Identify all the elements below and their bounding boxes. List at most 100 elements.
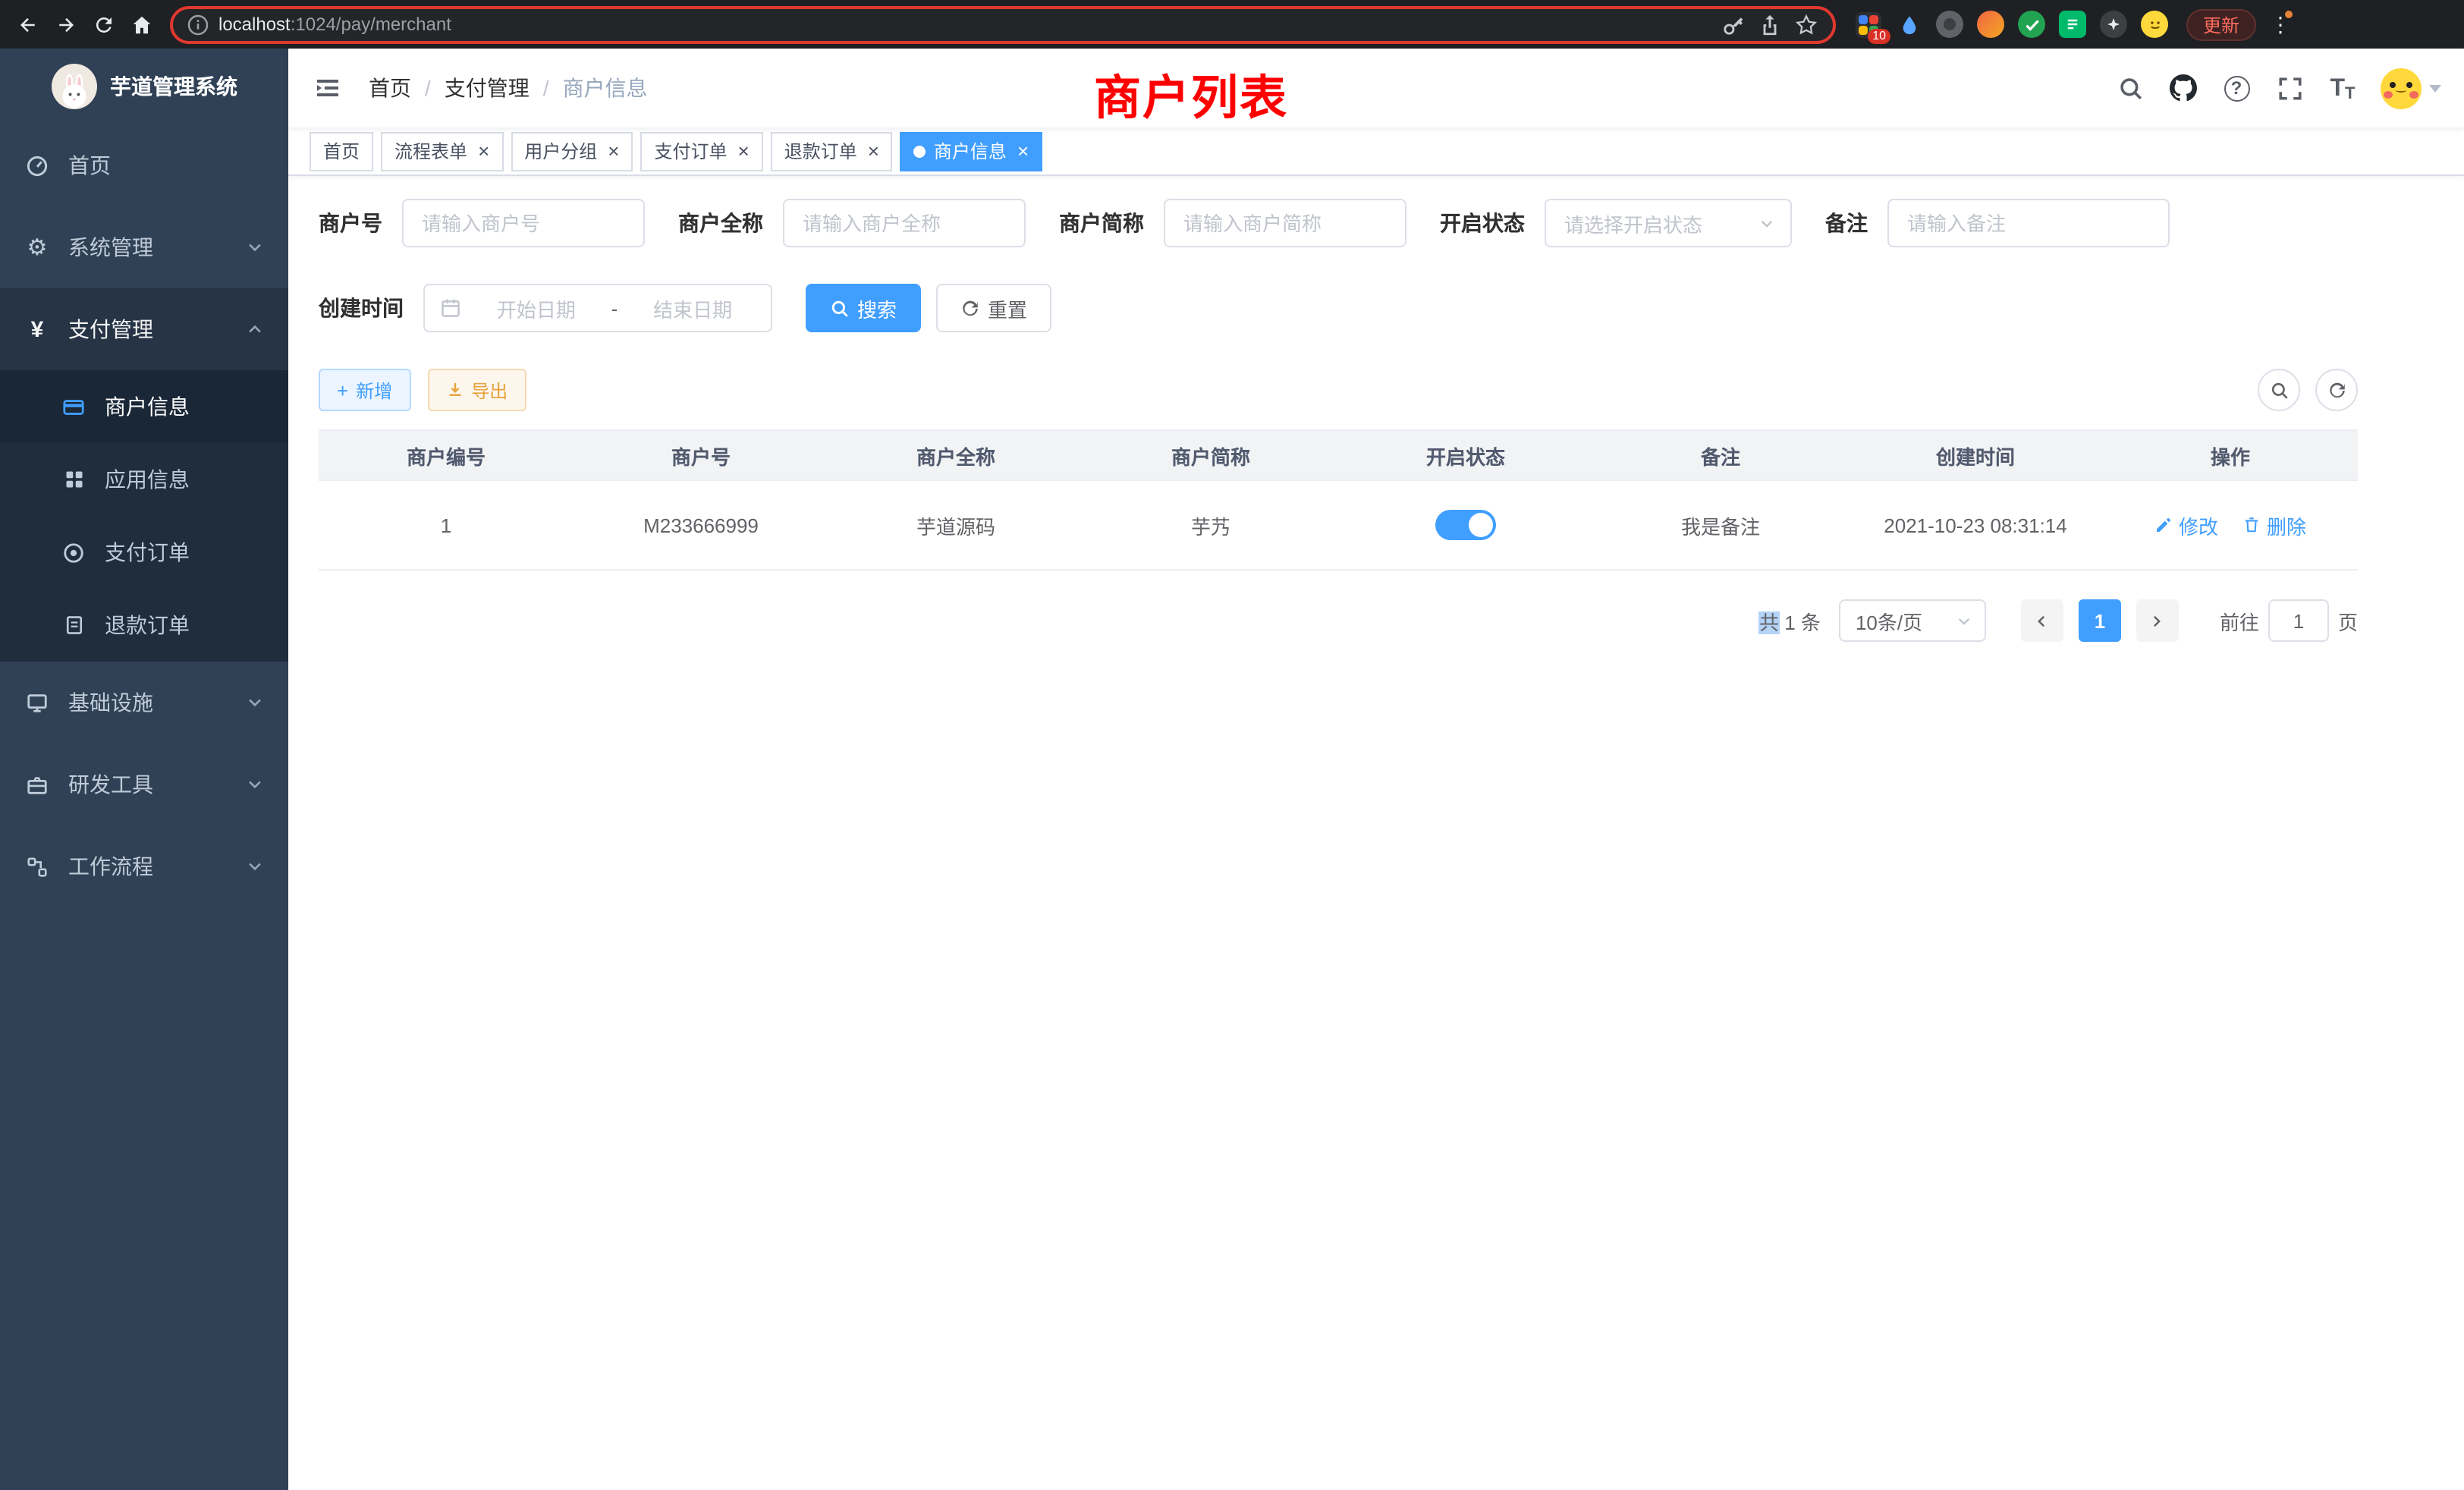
share-button[interactable] xyxy=(1755,11,1783,38)
extension-circle-button[interactable] xyxy=(1936,11,1963,38)
tab-user-group[interactable]: 用户分组 × xyxy=(511,131,633,171)
sidebar-item-pay-order[interactable]: 支付订单 xyxy=(0,516,288,589)
chrome-update-button[interactable]: 更新 xyxy=(2186,8,2256,40)
browser-forward-button[interactable] xyxy=(47,5,85,43)
page-content: 商户号 商户全称 商户简称 开启状态 请选择开启状态 xyxy=(288,176,2464,1490)
browser-menu-button[interactable]: ⋮ xyxy=(2268,11,2293,37)
tab-refund-order[interactable]: 退款订单 × xyxy=(771,131,893,171)
saved-passwords-button[interactable] xyxy=(1719,11,1746,38)
sidebar-logo[interactable]: 芋道管理系统 xyxy=(0,49,288,124)
extension-pinwheel-button[interactable] xyxy=(2100,11,2127,38)
browser-back-button[interactable] xyxy=(9,5,47,43)
edit-link[interactable]: 修改 xyxy=(2154,511,2218,539)
breadcrumb-item-payment[interactable]: 支付管理 xyxy=(445,73,530,103)
field-label: 创建时间 xyxy=(319,293,404,323)
delete-link[interactable]: 删除 xyxy=(2242,511,2306,539)
browser-refresh-button[interactable] xyxy=(85,5,123,43)
address-bar[interactable]: localhost:1024/pay/merchant xyxy=(170,5,1836,43)
status-select[interactable]: 请选择开启状态 xyxy=(1545,199,1792,247)
page-size-select[interactable]: 10条/页 xyxy=(1839,599,1986,642)
tab-pay-order[interactable]: 支付订单 × xyxy=(640,131,762,171)
pagination: 共 1 条 10条/页 1 前往 页 xyxy=(319,599,2358,642)
breadcrumb-separator: / xyxy=(543,76,549,100)
add-button[interactable]: + 新增 xyxy=(319,369,410,411)
extension-avatar-button[interactable] xyxy=(1977,11,2004,38)
date-range-picker[interactable]: 开始日期 - 结束日期 xyxy=(423,284,772,332)
help-button[interactable]: ? xyxy=(2221,73,2252,103)
breadcrumb-item-home[interactable]: 首页 xyxy=(369,73,411,103)
sidebar-item-refund-order[interactable]: 退款订单 xyxy=(0,589,288,662)
merchant-no-input[interactable] xyxy=(402,199,645,247)
cell-short-name: 芋艿 xyxy=(1083,511,1338,539)
sidebar-item-home[interactable]: 首页 xyxy=(0,124,288,206)
url-text: localhost:1024/pay/merchant xyxy=(218,14,451,35)
chevron-down-icon xyxy=(246,238,264,256)
prev-page-button[interactable] xyxy=(2021,599,2063,642)
sidebar-item-system[interactable]: ⚙ 系统管理 xyxy=(0,206,288,288)
sidebar-item-infrastructure[interactable]: 基础设施 xyxy=(0,662,288,743)
selected-text: 共 xyxy=(1759,611,1779,633)
close-icon[interactable]: × xyxy=(478,141,489,161)
full-name-input[interactable] xyxy=(783,199,1026,247)
page-number-button[interactable]: 1 xyxy=(2079,599,2121,642)
field-label: 开启状态 xyxy=(1440,208,1525,238)
short-name-input[interactable] xyxy=(1164,199,1406,247)
close-icon[interactable]: × xyxy=(1017,141,1029,161)
column-header: 商户简称 xyxy=(1083,441,1338,470)
goto-page-input[interactable] xyxy=(2268,599,2329,642)
url-path: :1024/pay/merchant xyxy=(291,14,451,35)
bookmark-button[interactable] xyxy=(1792,11,1819,38)
tab-merchant-info[interactable]: 商户信息 × xyxy=(900,131,1042,171)
extension-check-button[interactable] xyxy=(2018,11,2045,38)
sidebar-item-merchant-info[interactable]: 商户信息 xyxy=(0,370,288,443)
remark-input[interactable] xyxy=(1887,199,2170,247)
user-avatar-menu[interactable] xyxy=(2381,68,2441,108)
column-header: 商户全称 xyxy=(828,441,1083,470)
dashboard-icon xyxy=(24,154,50,177)
extension-emoji-button[interactable] xyxy=(2141,11,2168,38)
filter-row-2: 创建时间 开始日期 - 结束日期 搜索 重置 xyxy=(319,284,2358,332)
share-icon xyxy=(1758,13,1780,36)
grid-icon xyxy=(61,469,86,490)
export-button[interactable]: 导出 xyxy=(427,369,526,411)
search-icon xyxy=(830,298,850,318)
tab-label: 流程表单 xyxy=(394,138,467,164)
search-icon xyxy=(2269,380,2289,400)
tab-process-form[interactable]: 流程表单 × xyxy=(381,131,503,171)
refresh-table-button[interactable] xyxy=(2315,369,2358,411)
status-toggle[interactable] xyxy=(1435,510,1496,540)
search-button[interactable]: 搜索 xyxy=(806,284,921,332)
sidebar-toggle-button[interactable] xyxy=(311,71,344,105)
page-size-value: 10条/页 xyxy=(1856,606,1922,635)
sidebar-item-label: 支付管理 xyxy=(68,314,153,344)
field-label: 商户全称 xyxy=(678,208,763,238)
toggle-search-button[interactable] xyxy=(2258,369,2300,411)
tab-label: 商户信息 xyxy=(934,138,1007,164)
close-icon[interactable]: × xyxy=(868,141,879,161)
sidebar-item-dev-tools[interactable]: 研发工具 xyxy=(0,743,288,825)
sidebar-item-app-info[interactable]: 应用信息 xyxy=(0,443,288,516)
key-icon xyxy=(1721,13,1744,36)
extension-grid-button[interactable]: 10 xyxy=(1854,11,1881,38)
next-page-button[interactable] xyxy=(2136,599,2179,642)
close-icon[interactable]: × xyxy=(608,141,619,161)
sidebar-item-workflow[interactable]: 工作流程 xyxy=(0,825,288,907)
extension-notes-button[interactable] xyxy=(2059,11,2086,38)
tab-home[interactable]: 首页 xyxy=(310,131,373,171)
extension-badge: 10 xyxy=(1868,29,1890,44)
reset-button[interactable]: 重置 xyxy=(936,284,1051,332)
table-toolbar: + 新增 导出 xyxy=(319,369,2358,411)
extension-drop-button[interactable] xyxy=(1895,11,1922,38)
site-info-icon[interactable] xyxy=(187,13,209,36)
close-icon[interactable]: × xyxy=(738,141,750,161)
sidebar-item-payment[interactable]: ¥ 支付管理 xyxy=(0,288,288,370)
browser-home-button[interactable] xyxy=(123,5,161,43)
github-link-button[interactable] xyxy=(2168,73,2198,103)
header-search-button[interactable] xyxy=(2115,73,2145,103)
filter-merchant-no: 商户号 xyxy=(319,199,645,247)
fullscreen-button[interactable] xyxy=(2274,73,2305,103)
toolbox-icon xyxy=(24,773,50,796)
tab-label: 支付订单 xyxy=(654,138,727,164)
cell-status xyxy=(1338,510,1593,540)
font-size-button[interactable]: TT xyxy=(2327,73,2358,103)
